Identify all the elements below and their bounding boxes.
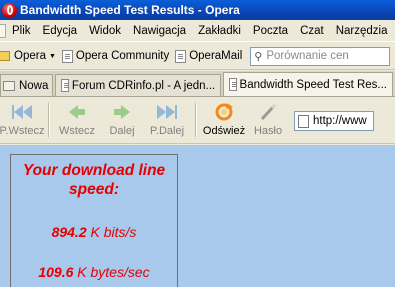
headline-line-2: speed:: [69, 181, 119, 198]
tab-label: Forum CDRinfo.pl - A jedn...: [71, 79, 216, 92]
back-label: Wstecz: [58, 125, 96, 137]
fast-forward-label: P.Dalej: [149, 125, 185, 137]
tab-bar: Nowa Forum CDRinfo.pl - A jedn... Bandwi…: [0, 71, 395, 97]
new-tab-label: Nowa: [18, 79, 49, 92]
kbits-value: 894.2: [51, 224, 87, 240]
kbytes-unit: K bytes/sec: [73, 264, 150, 280]
kbits-speed: 894.2 K bits/s: [11, 224, 177, 240]
new-tab-icon: [3, 80, 15, 91]
opera-folder-button[interactable]: Opera ▼: [0, 50, 56, 62]
opera-folder-label: Opera: [14, 50, 46, 62]
result-headline: Your download line speed:: [11, 161, 177, 199]
tab-label: Bandwidth Speed Test Res...: [239, 78, 387, 91]
menu-plik[interactable]: Plik: [6, 25, 37, 37]
wand-label: Hasło: [253, 125, 283, 137]
kbytes-speed: 109.6 K bytes/sec: [11, 264, 177, 280]
forward-label: Dalej: [109, 125, 135, 137]
page-icon: [61, 79, 69, 92]
search-icon: ⚲: [254, 50, 263, 63]
tab-forum-cdrinfo[interactable]: Forum CDRinfo.pl - A jedn...: [55, 74, 222, 96]
new-tab-button[interactable]: Nowa: [0, 74, 54, 96]
back-arrow-icon: [69, 102, 85, 122]
price-search-input[interactable]: ⚲ Porównanie cen: [250, 46, 391, 66]
dropdown-arrow-icon: ▼: [48, 52, 56, 60]
address-text: http://www: [313, 115, 367, 127]
navigation-bar: P.Wstecz Wstecz Dalej P.Dalej Odśwież Ha…: [0, 98, 395, 144]
forward-button[interactable]: Dalej: [101, 98, 143, 144]
reload-icon: [214, 102, 234, 122]
page-content: Your download line speed: 894.2 K bits/s…: [0, 145, 395, 287]
menu-edycja[interactable]: Edycja: [37, 25, 84, 37]
reload-button[interactable]: Odśwież: [200, 98, 248, 144]
kbytes-value: 109.6: [38, 264, 74, 280]
window-title: Bandwidth Speed Test Results - Opera: [20, 3, 240, 17]
menu-bar: Plik Edycja Widok Nawigacja Zakładki Poc…: [0, 20, 395, 42]
wand-icon: [258, 102, 278, 122]
page-icon: [298, 114, 309, 128]
menu-czat[interactable]: Czat: [294, 25, 330, 37]
fast-forward-icon: [157, 102, 177, 122]
forward-arrow-icon: [114, 102, 130, 122]
tab-bandwidth-speed-test[interactable]: Bandwidth Speed Test Res...: [223, 72, 393, 96]
separator: [48, 103, 49, 137]
speed-result-box: Your download line speed: 894.2 K bits/s…: [10, 154, 178, 287]
address-field[interactable]: http://www: [294, 111, 374, 131]
separator: [195, 103, 196, 137]
window-titlebar[interactable]: Bandwidth Speed Test Results - Opera: [0, 0, 395, 20]
operamail-label: OperaMail: [189, 50, 243, 62]
page-icon: [175, 49, 187, 63]
menu-poczta[interactable]: Poczta: [247, 25, 294, 37]
opera-logo-icon: [2, 2, 17, 18]
reload-label: Odśwież: [202, 125, 246, 137]
menu-nawigacja[interactable]: Nawigacja: [127, 25, 192, 37]
rewind-label: P.Wstecz: [0, 125, 45, 137]
personal-bar: Opera ▼ Opera Community OperaMail ⚲ Poró…: [0, 43, 395, 70]
menu-widok[interactable]: Widok: [83, 25, 127, 37]
opera-community-link[interactable]: Opera Community: [61, 49, 170, 63]
menu-zakladki[interactable]: Zakładki: [192, 25, 247, 37]
operamail-link[interactable]: OperaMail: [175, 49, 243, 63]
back-button[interactable]: Wstecz: [53, 98, 101, 144]
opera-community-label: Opera Community: [75, 50, 170, 62]
folder-icon: [0, 51, 10, 61]
headline-line-1: Your download line: [22, 162, 166, 179]
page-icon: [61, 49, 73, 63]
page-icon: [229, 78, 238, 91]
rewind-button[interactable]: P.Wstecz: [0, 98, 45, 144]
search-placeholder: Porównanie cen: [266, 50, 349, 62]
kbits-unit: K bits/s: [86, 224, 137, 240]
menu-narzedzia[interactable]: Narzędzia: [330, 25, 394, 37]
rewind-icon: [12, 102, 32, 122]
fast-forward-button[interactable]: P.Dalej: [143, 98, 191, 144]
wand-button[interactable]: Hasło: [248, 98, 288, 144]
